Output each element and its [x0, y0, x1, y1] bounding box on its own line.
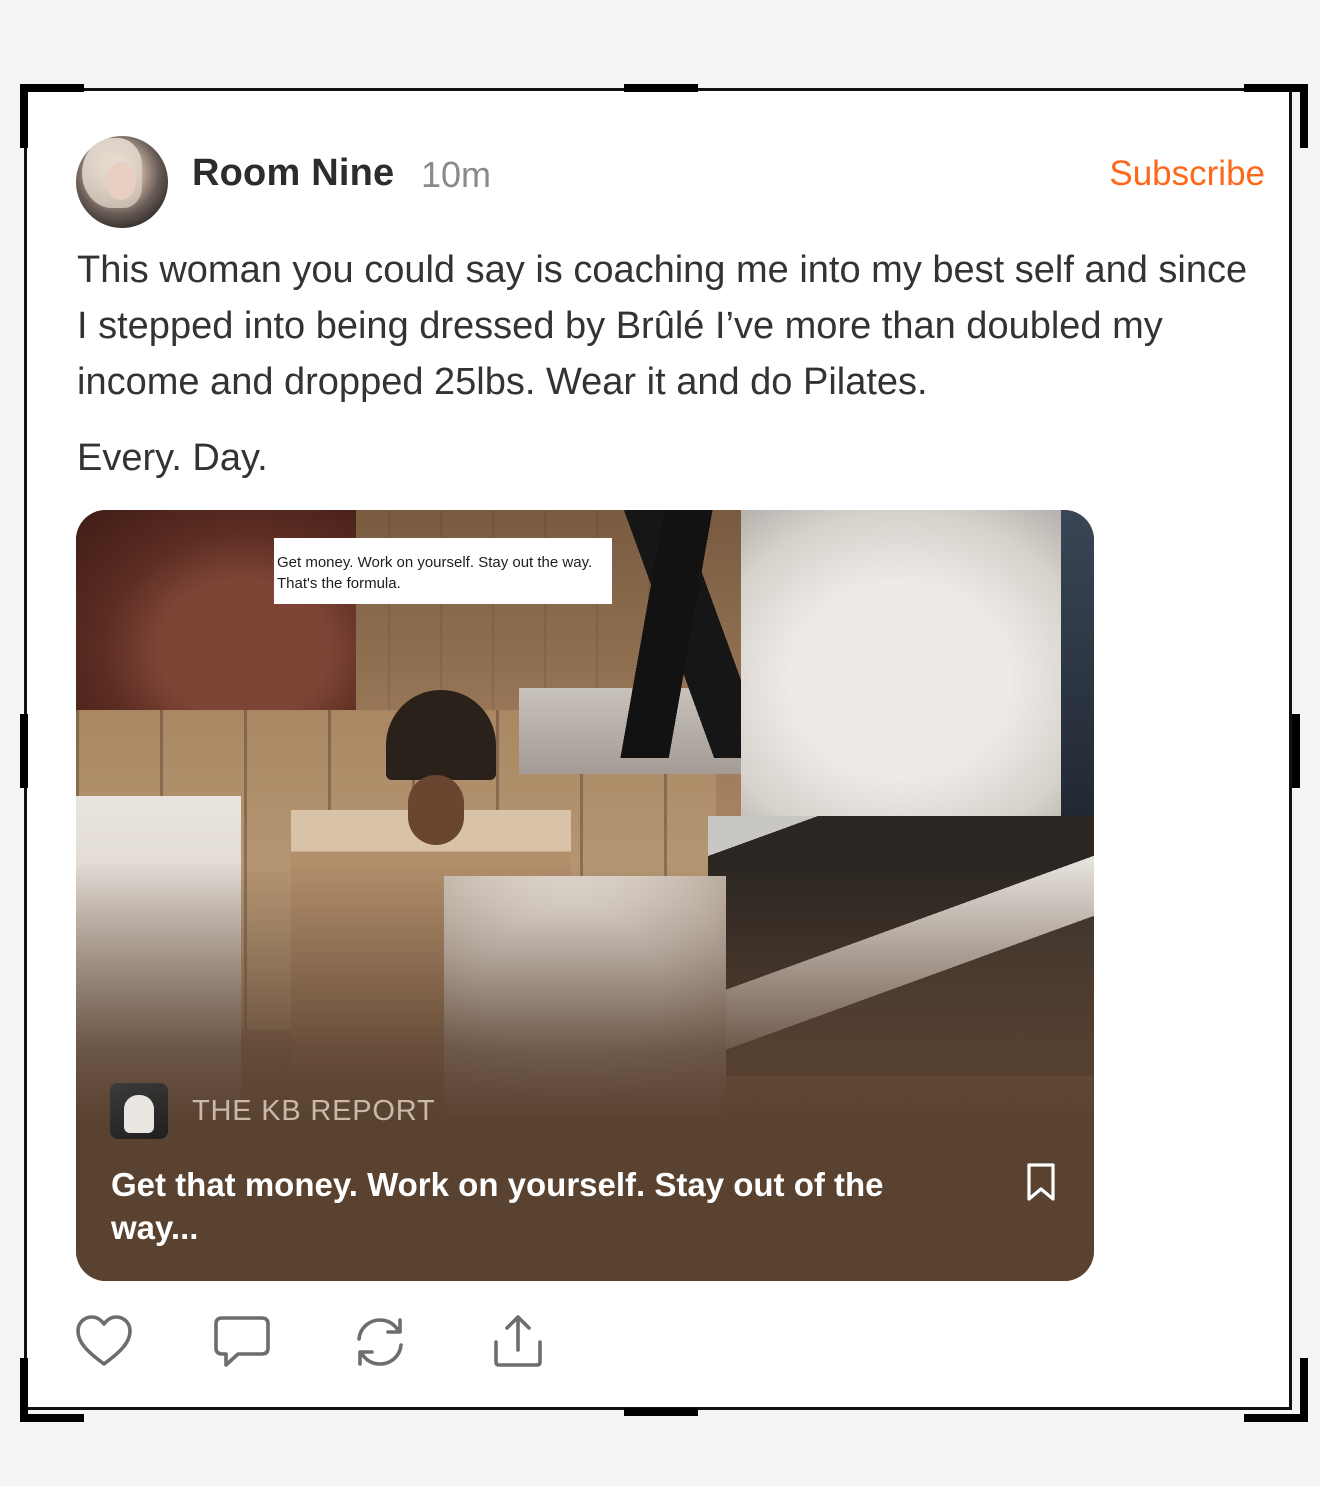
post-time: 10m	[421, 154, 492, 195]
share-icon[interactable]	[488, 1312, 548, 1372]
author-name[interactable]: Room Nine	[192, 152, 394, 195]
bookmark-icon[interactable]	[1024, 1161, 1058, 1203]
post-body: This woman you could say is coaching me …	[77, 242, 1257, 486]
comment-icon[interactable]	[212, 1312, 272, 1372]
crop-handle-top[interactable]	[624, 84, 698, 92]
collage-walking-legs	[606, 510, 756, 758]
collage-quote-line: That's the formula.	[277, 575, 401, 592]
crop-handle-top-left[interactable]	[20, 84, 84, 148]
collage-sweater	[741, 510, 1094, 820]
author-avatar[interactable]	[76, 136, 168, 228]
publication-logo-figure	[124, 1095, 154, 1133]
subscribe-button[interactable]: Subscribe	[1109, 154, 1265, 194]
crop-handle-bottom[interactable]	[624, 1408, 698, 1416]
crop-handle-bottom-right[interactable]	[1244, 1358, 1308, 1422]
embedded-post-title[interactable]: Get that money. Work on yourself. Stay o…	[111, 1163, 931, 1249]
crop-handle-right[interactable]	[1292, 714, 1300, 788]
collage-denim	[1061, 510, 1094, 820]
publication-name[interactable]: THE KB REPORT	[192, 1095, 436, 1128]
post-body-paragraph: Every. Day.	[77, 437, 268, 479]
screenshot-stage: Room Nine 10m Subscribe This woman you c…	[0, 0, 1320, 1486]
publication-logo	[110, 1083, 168, 1139]
collage-quote: Get money. Work on yourself. Stay out th…	[274, 538, 612, 604]
restack-icon[interactable]	[350, 1312, 410, 1372]
crop-handle-top-right[interactable]	[1244, 84, 1308, 148]
crop-handle-left[interactable]	[20, 714, 28, 788]
post-body-paragraph: This woman you could say is coaching me …	[77, 249, 1248, 403]
embedded-post-card[interactable]: Get money. Work on yourself. Stay out th…	[76, 510, 1094, 1281]
collage-quote-line: Get money. Work on yourself. Stay out th…	[277, 554, 593, 571]
avatar-face	[106, 162, 136, 200]
heart-icon[interactable]	[74, 1312, 134, 1372]
collage-lamp-base	[408, 775, 464, 845]
